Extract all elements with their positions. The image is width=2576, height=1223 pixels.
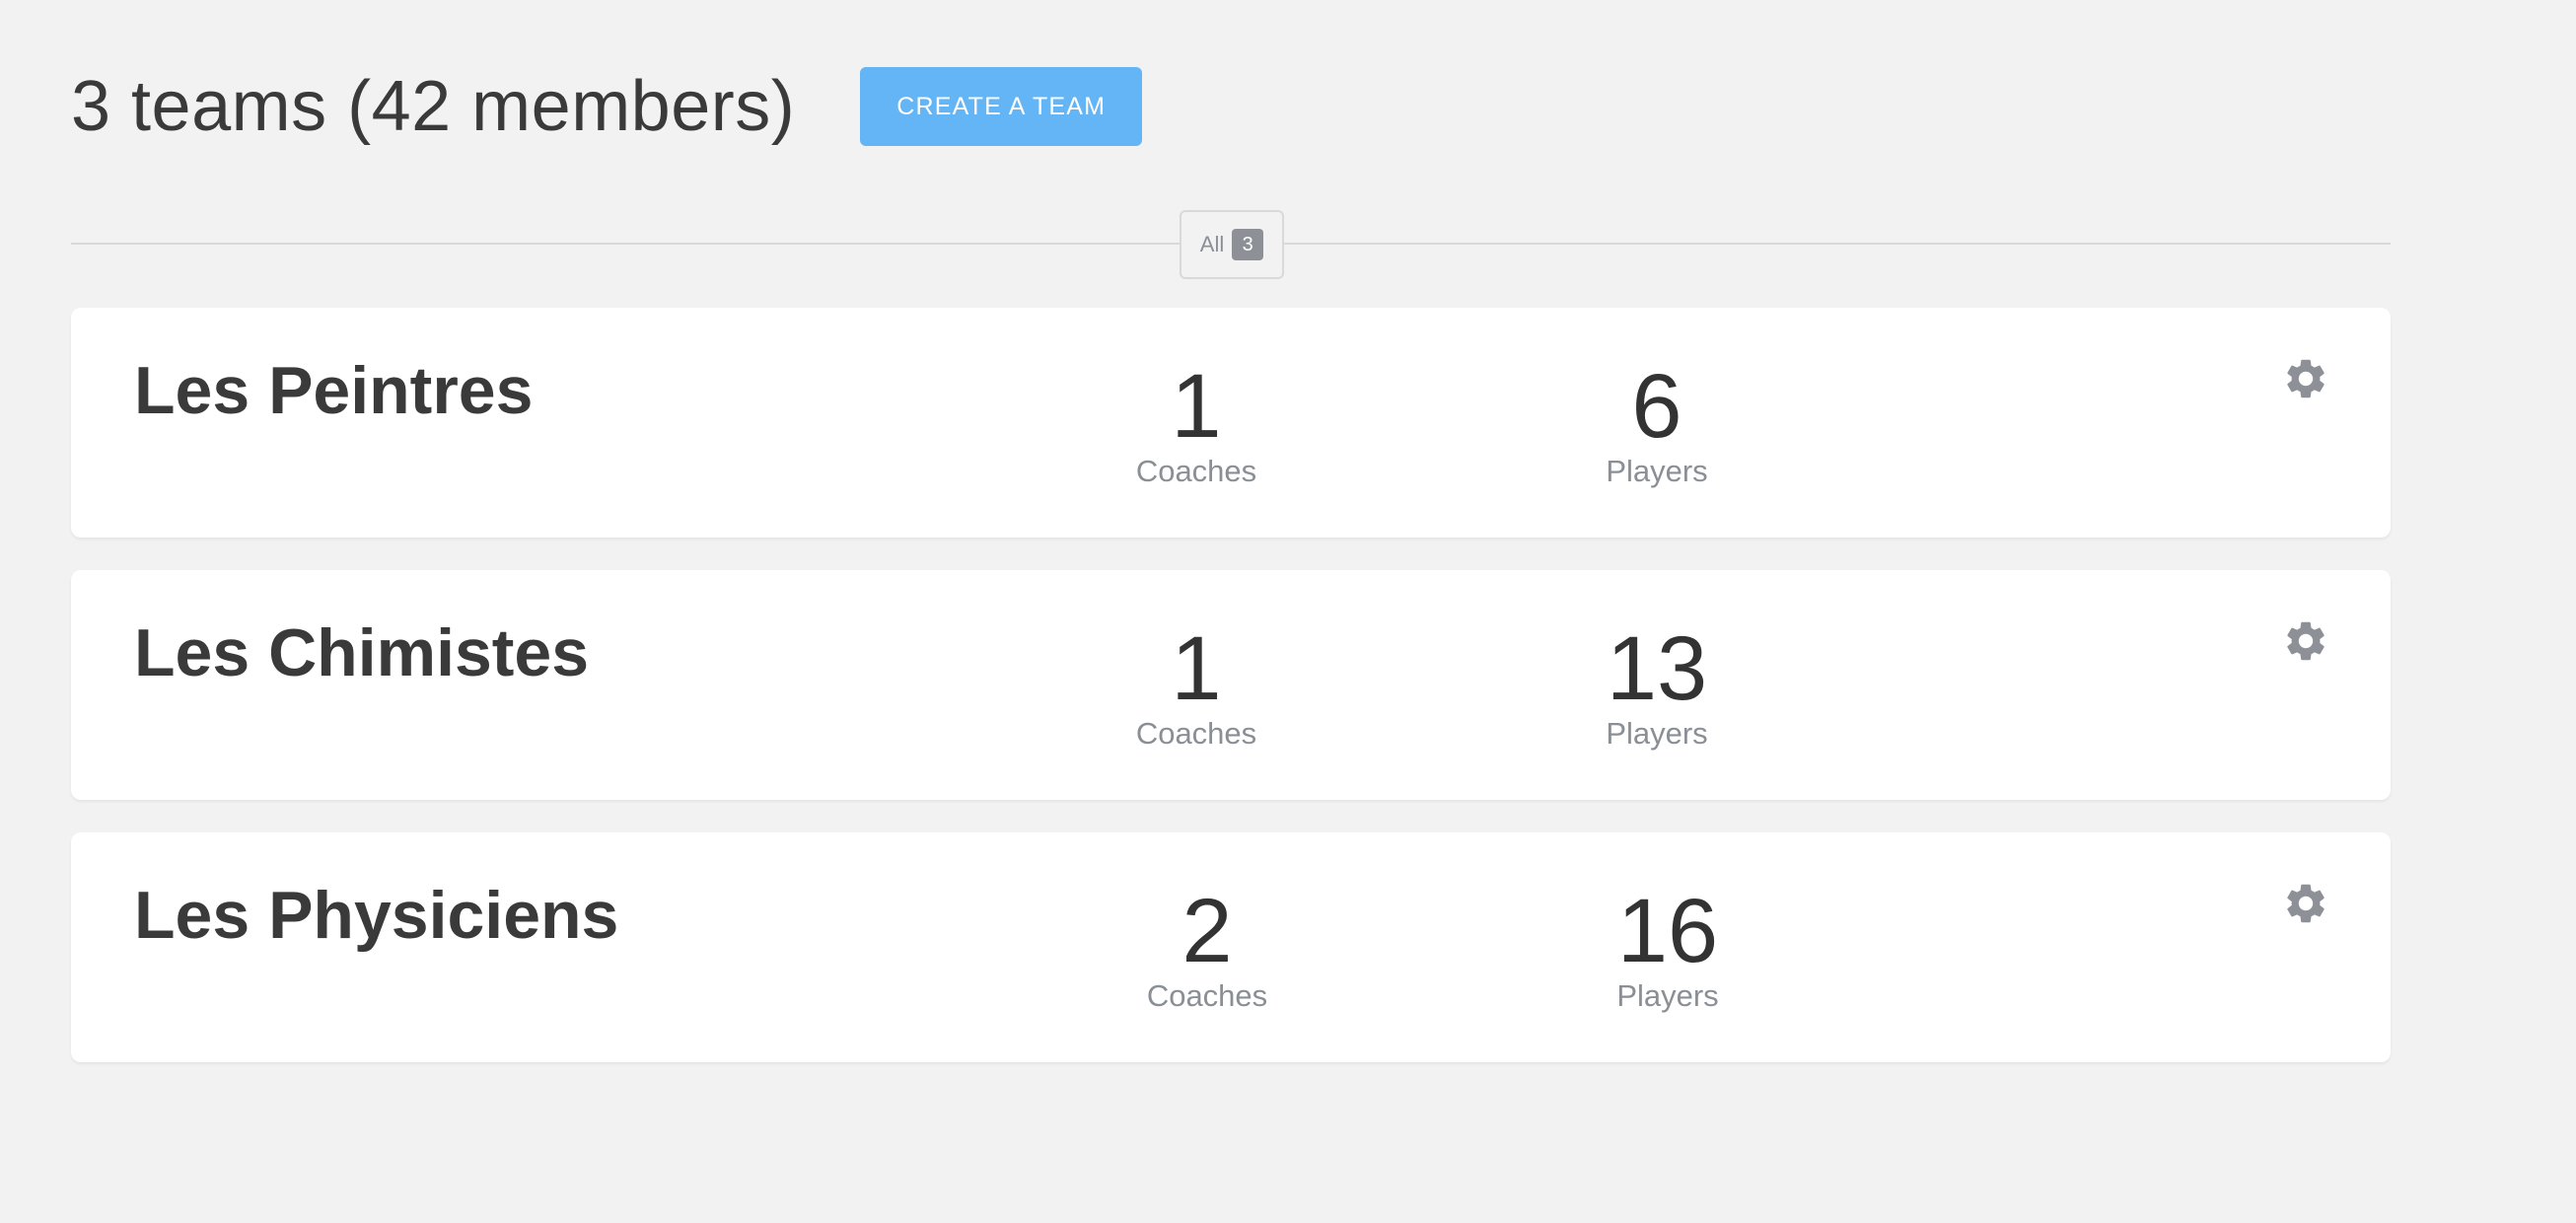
create-team-button[interactable]: CREATE A TEAM — [860, 67, 1143, 146]
gear-icon[interactable] — [2282, 880, 2329, 927]
coaches-count: 2 — [1181, 881, 1233, 981]
coaches-count: 1 — [1171, 356, 1222, 457]
team-name[interactable]: Les Chimistes — [134, 613, 589, 692]
coaches-stat: 1 Coaches — [1098, 359, 1295, 491]
team-name[interactable]: Les Physiciens — [134, 876, 618, 955]
players-count: 16 — [1616, 881, 1719, 981]
players-stat: 13 Players — [1558, 621, 1755, 754]
players-stat: 16 Players — [1569, 884, 1766, 1016]
coaches-stat: 2 Coaches — [1109, 884, 1306, 1016]
team-card[interactable]: Les Peintres 1 Coaches 6 Players — [71, 308, 2391, 538]
players-label: Players — [1606, 716, 1708, 751]
players-stat: 6 Players — [1558, 359, 1755, 491]
team-name[interactable]: Les Peintres — [134, 351, 533, 430]
coaches-label: Coaches — [1135, 716, 1257, 751]
team-card[interactable]: Les Physiciens 2 Coaches 16 Players — [71, 832, 2391, 1062]
team-list: Les Peintres 1 Coaches 6 Players Les Chi… — [71, 308, 2391, 1095]
team-card[interactable]: Les Chimistes 1 Coaches 13 Players — [71, 570, 2391, 800]
players-count: 6 — [1631, 356, 1682, 457]
players-label: Players — [1616, 978, 1719, 1013]
filter-bar: All 3 — [71, 210, 2391, 279]
filter-count-badge: 3 — [1232, 229, 1264, 260]
coaches-count: 1 — [1171, 618, 1222, 719]
gear-icon[interactable] — [2282, 355, 2329, 402]
coaches-label: Coaches — [1146, 978, 1268, 1013]
filter-tab-all[interactable]: All 3 — [1180, 210, 1284, 279]
players-count: 13 — [1606, 618, 1708, 719]
coaches-label: Coaches — [1135, 454, 1257, 488]
players-label: Players — [1606, 454, 1708, 488]
page-title: 3 teams (42 members) — [71, 67, 796, 146]
gear-icon[interactable] — [2282, 617, 2329, 665]
page-header: 3 teams (42 members) CREATE A TEAM — [71, 63, 1143, 150]
filter-tab-label: All — [1199, 232, 1225, 256]
coaches-stat: 1 Coaches — [1098, 621, 1295, 754]
